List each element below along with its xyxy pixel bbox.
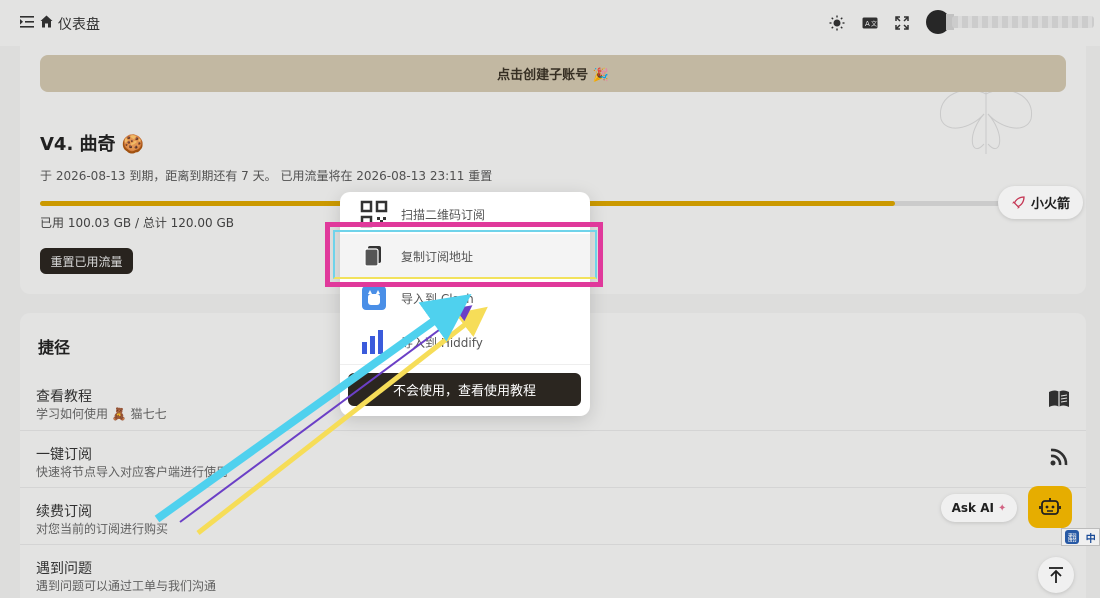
annotation-arrows xyxy=(154,294,488,535)
annotation-arrow-yellow xyxy=(196,306,488,535)
annotation-arrow-cyan xyxy=(154,294,472,523)
annotation-arrow-purple xyxy=(179,305,473,523)
